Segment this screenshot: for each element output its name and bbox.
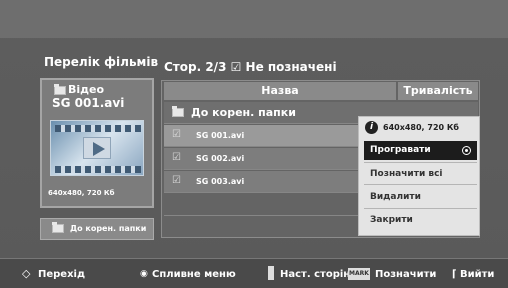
menu-divider [364, 162, 477, 163]
preview-filename: SG 001.avi [52, 96, 125, 110]
menu-divider [364, 184, 477, 185]
popup-file-info: 640x480, 720 Кб [383, 123, 459, 132]
exit-key-icon: ⌈ [452, 269, 457, 280]
root-folder-button-label: До корен. папки [70, 224, 147, 233]
menu-divider [364, 208, 477, 209]
checkbox-icon[interactable]: ☑ [172, 175, 181, 186]
dpad-icon: ◇ [22, 267, 31, 280]
column-header-name: Назва [164, 82, 396, 100]
root-folder-row-label: До корен. папки [191, 106, 296, 119]
menu-item-close[interactable]: Закрити [370, 215, 413, 225]
hint-exit: Вийти [460, 269, 495, 280]
menu-item-play[interactable]: Програвати [370, 145, 431, 155]
folder-icon [54, 84, 66, 95]
page-status: Стор. 2/3 ☑ Не позначені [164, 60, 337, 74]
folder-icon [52, 222, 64, 233]
mark-key-icon: MARK [348, 268, 370, 280]
film-strip-bottom [55, 166, 141, 173]
column-header-duration: Тривалість [398, 82, 478, 100]
list-item-label: SG 002.avi [196, 154, 245, 163]
menu-item-mark-all[interactable]: Позначити всі [370, 169, 443, 179]
top-band [0, 0, 508, 38]
checkbox-icon[interactable]: ☑ [172, 152, 181, 163]
list-item-label: SG 001.avi [196, 131, 245, 140]
preview-info: 640x480, 720 Кб [48, 189, 115, 197]
checkbox-icon[interactable]: ☑ [172, 129, 181, 140]
film-strip-top [55, 125, 141, 132]
page-key-icon [268, 266, 274, 280]
video-thumbnail [50, 120, 144, 176]
play-icon [83, 137, 111, 159]
hint-popup-menu: Спливне меню [152, 269, 236, 280]
folder-icon [172, 106, 184, 117]
list-item-label: SG 003.avi [196, 177, 245, 186]
ok-button-icon: ◉ [140, 269, 148, 279]
preview-category: Відео [68, 83, 105, 96]
menu-item-delete[interactable]: Видалити [370, 192, 421, 202]
hint-move: Перехід [38, 269, 86, 280]
hint-mark: Позначити [375, 269, 437, 280]
movie-list-title: Перелік фільмів [44, 55, 159, 69]
info-icon: i [365, 121, 378, 134]
radio-selected-icon [462, 146, 471, 155]
